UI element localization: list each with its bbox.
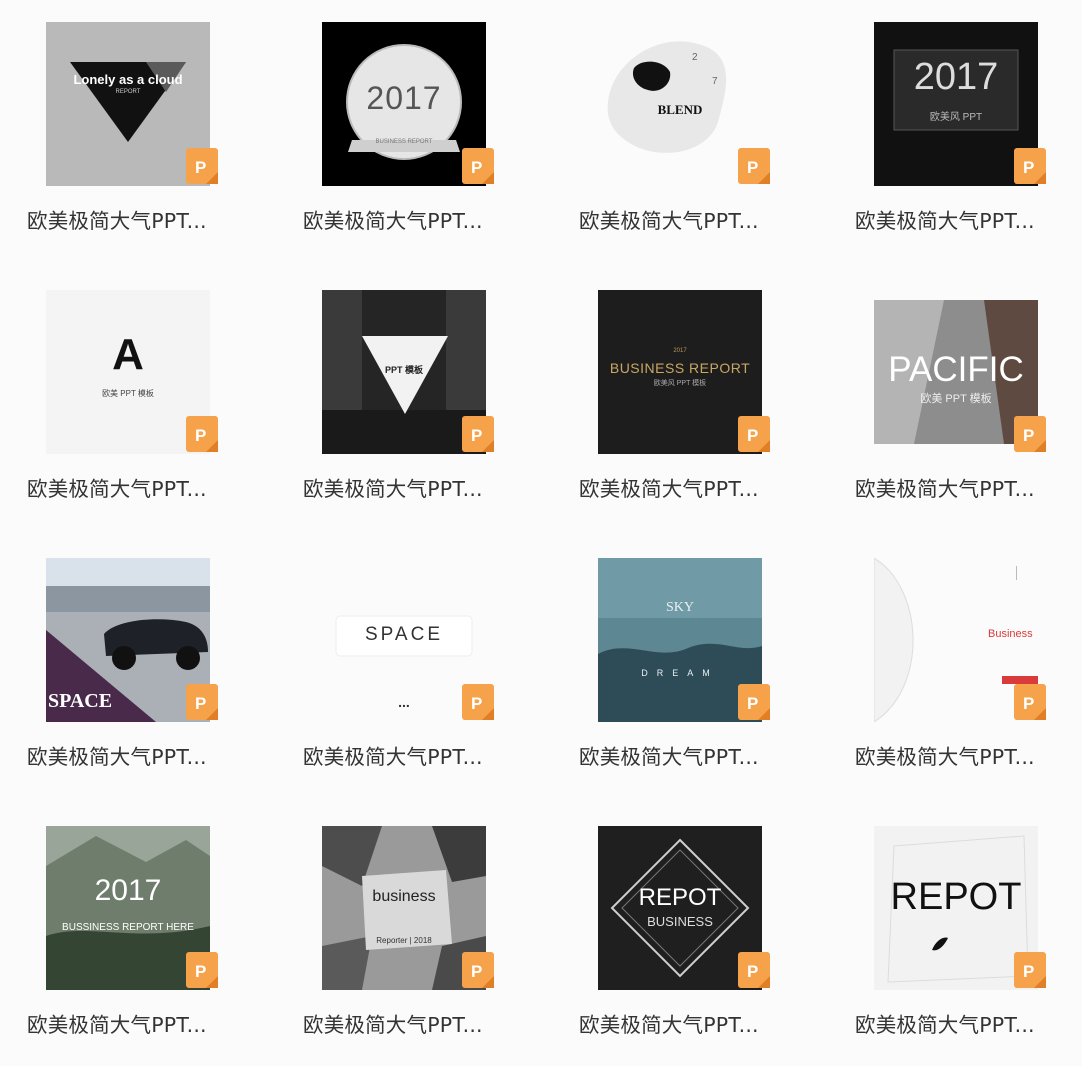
- thumb-subtitle: BUSINESS REPORT: [375, 139, 433, 145]
- svg-text:P: P: [471, 158, 482, 177]
- thumb-subtitle: BUSINESS: [647, 914, 713, 929]
- ppt-file-icon: P: [1014, 684, 1046, 720]
- thumb-kicker: 2017: [673, 348, 687, 354]
- file-name: 欧美极简大气PPT...: [579, 477, 759, 501]
- ppt-file-icon: P: [186, 148, 218, 184]
- ppt-file-icon: P: [186, 684, 218, 720]
- ppt-file-icon: P: [186, 416, 218, 452]
- file-name: 欧美极简大气PPT...: [303, 477, 483, 501]
- file-name: 欧美极简大气PPT...: [303, 209, 483, 233]
- thumb-title: 2017: [366, 80, 442, 116]
- svg-text:P: P: [747, 962, 758, 981]
- file-tile[interactable]: 2017 欧美风 PPT P 欧美极简大气PPT...: [828, 22, 1082, 262]
- svg-text:P: P: [1023, 158, 1034, 177]
- thumb-title: PPT 模板: [384, 365, 423, 375]
- file-name: 欧美极简大气PPT...: [27, 745, 207, 769]
- file-name: 欧美极简大气PPT...: [855, 209, 1035, 233]
- file-name: 欧美极简大气PPT...: [27, 1013, 207, 1037]
- thumb-title: REPOT: [638, 884, 722, 911]
- file-name: 欧美极简大气PPT...: [855, 1013, 1035, 1037]
- file-tile[interactable]: SPACE P 欧美极简大气PPT...: [0, 558, 276, 798]
- file-name: 欧美极简大气PPT...: [27, 477, 207, 501]
- svg-text:P: P: [471, 962, 482, 981]
- thumb-subtitle: DREAM: [641, 668, 719, 678]
- ppt-file-icon: P: [1014, 148, 1046, 184]
- thumb-title: BLEND: [657, 102, 703, 117]
- file-tile[interactable]: BLEND 2 7 P 欧美极简大气PPT...: [552, 22, 828, 262]
- svg-text:P: P: [195, 426, 206, 445]
- thumb-title: PACIFIC: [888, 350, 1024, 389]
- file-name: 欧美极简大气PPT...: [579, 745, 759, 769]
- file-tile[interactable]: business Reporter | 2018 P 欧美极简大气PPT...: [276, 826, 552, 1066]
- thumb-title: BUSINESS REPORT: [609, 360, 751, 376]
- thumb-title: SPACE: [48, 690, 113, 712]
- thumb-subtitle: 欧美风 PPT 模板: [653, 380, 707, 387]
- file-name: 欧美极简大气PPT...: [579, 209, 759, 233]
- svg-text:P: P: [747, 158, 758, 177]
- thumb-title: SPACE: [364, 624, 443, 645]
- svg-text:P: P: [1023, 426, 1034, 445]
- thumb-subtitle: BUSSINESS REPORT HERE: [62, 922, 194, 933]
- thumb-title: business: [372, 888, 436, 905]
- thumb-subtitle: Reporter | 2018: [376, 936, 432, 945]
- file-tile[interactable]: SKY DREAM P 欧美极简大气PPT...: [552, 558, 828, 798]
- ppt-file-icon: P: [462, 416, 494, 452]
- svg-text:P: P: [747, 426, 758, 445]
- svg-text:P: P: [1023, 694, 1034, 713]
- ppt-file-icon: P: [462, 952, 494, 988]
- file-tile[interactable]: 2017 BUSINESS REPORT P 欧美极简大气PPT...: [276, 22, 552, 262]
- thumb-subtitle: 欧美 PPT 模板: [920, 393, 992, 405]
- thumb-title: 2017: [913, 56, 999, 98]
- ppt-file-icon: P: [1014, 952, 1046, 988]
- svg-text:P: P: [471, 426, 482, 445]
- thumb-subtitle: REPORT: [115, 89, 141, 95]
- thumb-subtitle: 欧美风 PPT: [929, 112, 983, 123]
- svg-text:P: P: [1023, 962, 1034, 981]
- thumb-number: 7: [712, 76, 718, 87]
- thumb-title: Lonely as a cloud: [73, 72, 183, 87]
- svg-text:P: P: [195, 962, 206, 981]
- thumb-number: 2: [692, 52, 698, 63]
- file-tile[interactable]: PACIFIC 欧美 PPT 模板 P 欧美极简大气PPT...: [828, 290, 1082, 530]
- svg-text:P: P: [195, 694, 206, 713]
- ppt-file-icon: P: [462, 684, 494, 720]
- file-name: 欧美极简大气PPT...: [855, 477, 1035, 501]
- thumb-subtitle: 欧美 PPT 模板: [102, 389, 154, 398]
- thumb-title: Business: [988, 628, 1033, 640]
- ppt-file-icon: P: [186, 952, 218, 988]
- thumb-title: REPOT: [890, 876, 1022, 918]
- ppt-file-icon: P: [1014, 416, 1046, 452]
- file-name: 欧美极简大气PPT...: [579, 1013, 759, 1037]
- ppt-file-icon: P: [462, 148, 494, 184]
- file-name: 欧美极简大气PPT...: [303, 1013, 483, 1037]
- thumb-title: SKY: [665, 600, 694, 615]
- file-tile[interactable]: 2017 BUSINESS REPORT 欧美风 PPT 模板 P 欧美极简大气…: [552, 290, 828, 530]
- file-name: 欧美极简大气PPT...: [303, 745, 483, 769]
- file-tile[interactable]: PPT 模板 P 欧美极简大气PPT...: [276, 290, 552, 530]
- file-name: 欧美极简大气PPT...: [855, 745, 1035, 769]
- thumb-title: 2017: [94, 874, 162, 907]
- thumb-title: A: [112, 330, 144, 379]
- ppt-file-icon: P: [738, 416, 770, 452]
- svg-text:P: P: [747, 694, 758, 713]
- file-grid: Lonely as a cloud REPORT P 欧美极简大气PPT... …: [0, 0, 1082, 1058]
- file-name: 欧美极简大气PPT...: [27, 209, 207, 233]
- file-tile[interactable]: Lonely as a cloud REPORT P 欧美极简大气PPT...: [0, 22, 276, 262]
- ppt-file-icon: P: [738, 684, 770, 720]
- file-tile[interactable]: SPACE ... P 欧美极简大气PPT...: [276, 558, 552, 798]
- file-tile[interactable]: A 欧美 PPT 模板 P 欧美极简大气PPT...: [0, 290, 276, 530]
- file-tile[interactable]: 2017 BUSSINESS REPORT HERE P 欧美极简大气PPT..…: [0, 826, 276, 1066]
- ppt-file-icon: P: [738, 952, 770, 988]
- file-tile[interactable]: REPOT BUSINESS P 欧美极简大气PPT...: [552, 826, 828, 1066]
- svg-text:P: P: [195, 158, 206, 177]
- file-tile[interactable]: Business P 欧美极简大气PPT...: [828, 558, 1082, 798]
- ppt-file-icon: P: [738, 148, 770, 184]
- file-tile[interactable]: REPOT P 欧美极简大气PPT...: [828, 826, 1082, 1066]
- svg-text:P: P: [471, 694, 482, 713]
